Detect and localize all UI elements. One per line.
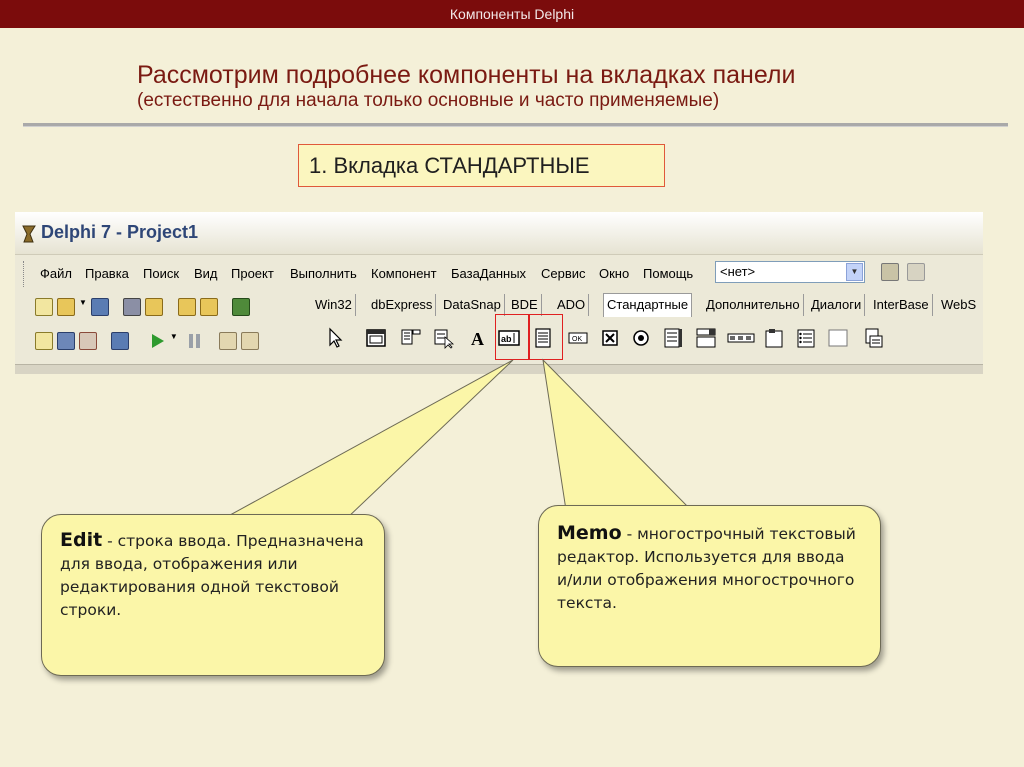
edit-keyword: Edit: [60, 529, 103, 551]
edit-callout: Edit - строка ввода. Предназначена для в…: [41, 514, 385, 676]
memo-keyword: Memo: [557, 522, 622, 544]
edit-callout-text: Edit - строка ввода. Предназначена для в…: [60, 529, 366, 622]
memo-callout: Memo - многострочный текстовый редактор.…: [538, 505, 881, 667]
edit-description: - строка ввода. Предназначена для ввода,…: [60, 532, 364, 619]
memo-callout-text: Memo - многострочный текстовый редактор.…: [557, 522, 862, 615]
